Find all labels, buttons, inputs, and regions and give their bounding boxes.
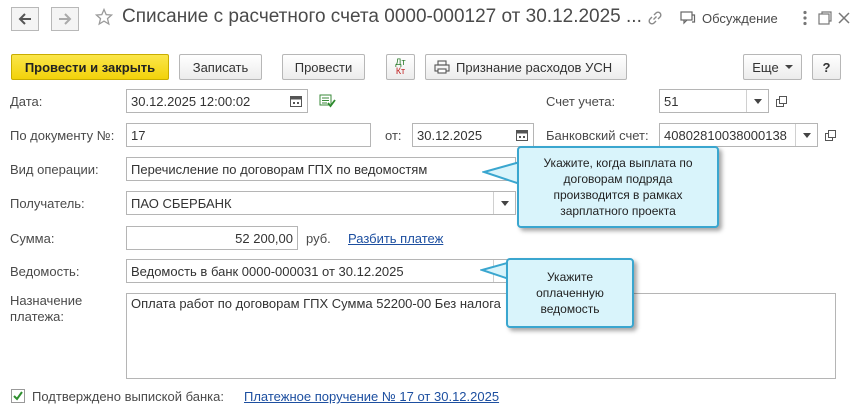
- split-payment-link[interactable]: Разбить платеж: [348, 231, 443, 246]
- tooltip1-line2: договорам подряда: [563, 172, 673, 186]
- calendar-icon[interactable]: [285, 90, 307, 112]
- amount-value: 52 200,00: [235, 230, 293, 246]
- more-button[interactable]: Еще: [743, 54, 802, 80]
- confirmed-checkbox[interactable]: [11, 389, 25, 403]
- usn-expenses-button[interactable]: Признание расходов УСН: [425, 54, 627, 80]
- help-button[interactable]: ?: [812, 54, 841, 80]
- payment-order-link[interactable]: Платежное поручение № 17 от 30.12.2025: [244, 389, 499, 404]
- favorite-star-icon[interactable]: [94, 7, 114, 29]
- bank-account-label: Банковский счет:: [546, 128, 649, 143]
- bank-account-dropdown[interactable]: [795, 124, 817, 146]
- doc-number-label: По документу №:: [10, 128, 115, 143]
- date-value: 30.12.2025 12:00:02: [131, 93, 251, 109]
- tooltip1-line4: зарплатного проекта: [560, 204, 676, 218]
- bank-account-open-button[interactable]: [821, 123, 839, 147]
- more-label: Еще: [752, 59, 779, 75]
- account-dropdown[interactable]: [746, 90, 768, 112]
- tooltip1-line3: производится в рамках: [553, 188, 683, 202]
- page-title: Списание с расчетного счета 0000-000127 …: [122, 6, 642, 27]
- arrow-left-icon: [18, 13, 31, 25]
- usn-expenses-label: Признание расходов УСН: [456, 59, 613, 75]
- tooltip1-pointer: [482, 160, 521, 186]
- statement-value: Ведомость в банк 0000-000031 от 30.12.20…: [131, 263, 404, 279]
- forward-button[interactable]: [51, 7, 79, 31]
- purpose-label-line1: Назначение: [10, 293, 83, 308]
- from-label: от:: [385, 128, 402, 143]
- arrow-right-icon: [59, 13, 72, 25]
- statement-label: Ведомость:: [10, 264, 80, 279]
- from-date-field[interactable]: 30.12.2025: [412, 123, 534, 147]
- dt-kt-button[interactable]: Дт Кт: [386, 54, 415, 80]
- tooltip2-line3: ведомость: [540, 302, 600, 316]
- date-field[interactable]: 30.12.2025 12:00:02: [126, 89, 308, 113]
- op-type-label: Вид операции:: [10, 162, 99, 177]
- date-label: Дата:: [10, 94, 43, 109]
- recipient-label: Получатель:: [10, 196, 85, 211]
- amount-label: Сумма:: [10, 231, 55, 246]
- op-type-field[interactable]: Перечисление по договорам ГПХ по ведомос…: [126, 157, 516, 181]
- purpose-textarea[interactable]: Оплата работ по договорам ГПХ Сумма 5220…: [126, 293, 836, 379]
- purpose-label-line2: платежа:: [10, 309, 64, 324]
- printer-icon: [434, 60, 450, 74]
- from-date-value: 30.12.2025: [417, 127, 483, 143]
- maximize-icon[interactable]: [818, 11, 832, 28]
- tooltip2-line2: оплаченную: [536, 286, 604, 300]
- confirmed-label: Подтверждено выпиской банка:: [32, 389, 224, 404]
- doc-number-value: 17: [131, 127, 146, 143]
- chevron-down-icon: [753, 98, 762, 104]
- account-field[interactable]: 51: [659, 89, 769, 113]
- link-icon[interactable]: [646, 9, 664, 30]
- open-icon: [775, 95, 787, 107]
- purpose-value: Оплата работ по договорам ГПХ Сумма 5220…: [131, 296, 501, 311]
- calendar-icon[interactable]: [511, 124, 533, 146]
- post-and-close-button[interactable]: Провести и закрыть: [11, 54, 169, 80]
- statement-field[interactable]: Ведомость в банк 0000-000031 от 30.12.20…: [126, 259, 516, 283]
- bank-account-field[interactable]: 40802810038000138: [659, 123, 818, 147]
- kt-label: Кт: [395, 66, 406, 76]
- op-type-value: Перечисление по договорам ГПХ по ведомос…: [131, 161, 428, 177]
- amount-field[interactable]: 52 200,00: [126, 226, 298, 250]
- back-button[interactable]: [11, 7, 39, 31]
- close-icon[interactable]: [838, 12, 850, 27]
- doc-number-field[interactable]: 17: [126, 123, 371, 147]
- checkbox-checked-icon: [11, 389, 25, 403]
- hint-tooltip-contract: Укажите, когда выплата по договорам подр…: [517, 146, 719, 228]
- chevron-down-icon: [500, 200, 509, 206]
- recipient-dropdown[interactable]: [493, 192, 515, 214]
- post-status-icon: [319, 94, 337, 111]
- bank-account-value: 40802810038000138: [664, 127, 787, 143]
- more-vertical-icon[interactable]: [802, 10, 808, 29]
- chevron-down-icon: [784, 65, 793, 69]
- open-icon: [824, 129, 836, 141]
- save-button[interactable]: Записать: [179, 54, 262, 80]
- currency-label: руб.: [306, 231, 331, 246]
- discussion-icon[interactable]: [680, 11, 696, 28]
- chevron-down-icon: [802, 132, 811, 138]
- recipient-value: ПАО СБЕРБАНК: [131, 195, 232, 211]
- recipient-field[interactable]: ПАО СБЕРБАНК: [126, 191, 516, 215]
- tooltip2-line1: Укажите: [546, 270, 594, 284]
- account-value: 51: [664, 93, 679, 109]
- hint-tooltip-statement: Укажите оплаченную ведомость: [506, 258, 634, 328]
- account-open-button[interactable]: [772, 89, 790, 113]
- discussion-label[interactable]: Обсуждение: [702, 11, 778, 26]
- account-label: Счет учета:: [546, 94, 616, 109]
- post-button[interactable]: Провести: [282, 54, 365, 80]
- tooltip1-line1: Укажите, когда выплата по: [543, 156, 693, 170]
